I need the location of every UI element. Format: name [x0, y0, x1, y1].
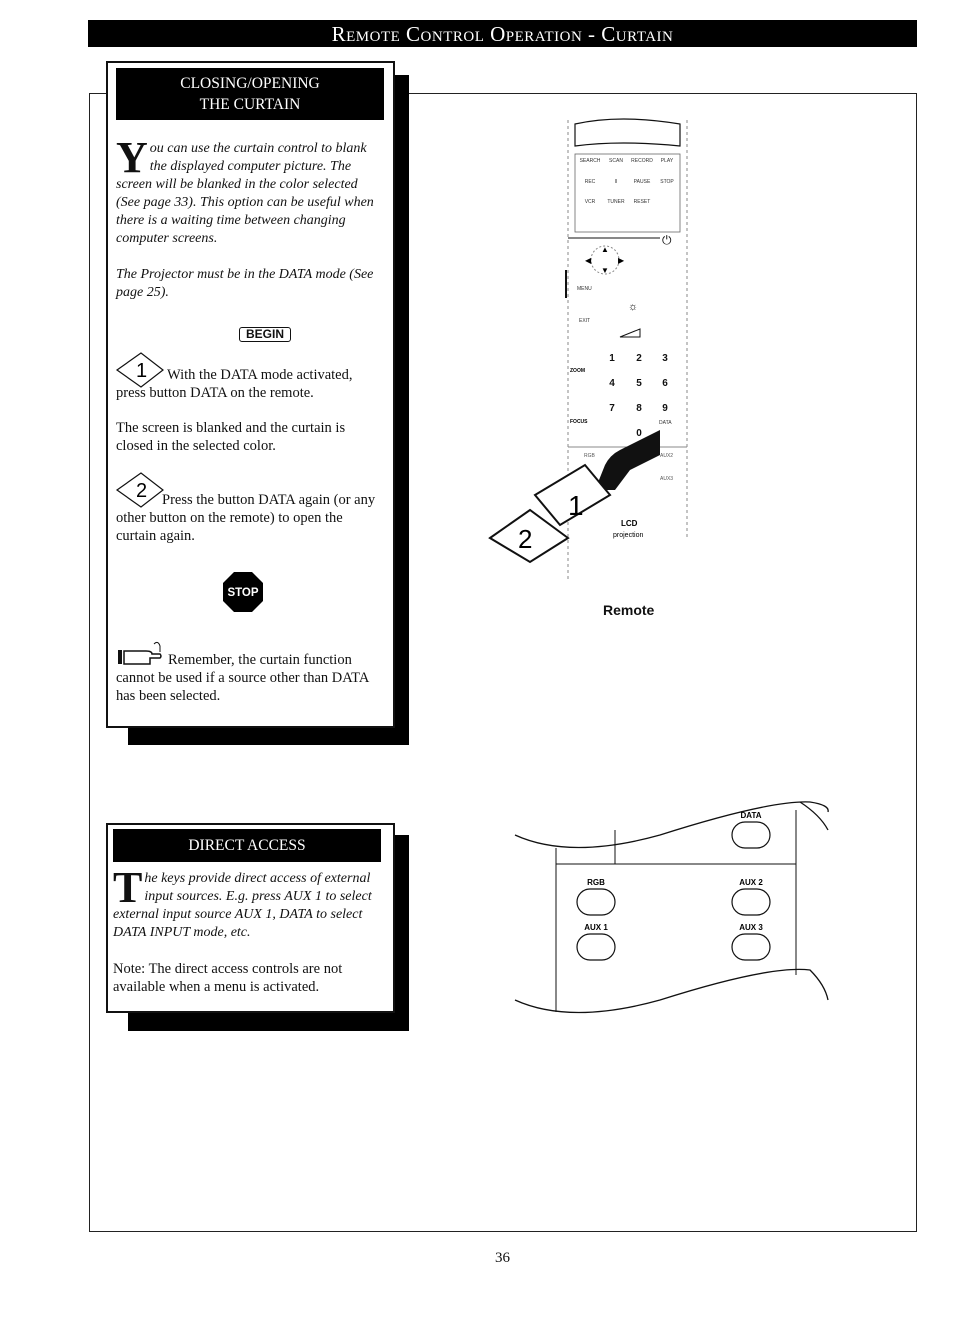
remote-caption: Remote — [603, 602, 655, 618]
panel-heading: CLOSING/OPENING THE CURTAIN — [116, 68, 384, 120]
page-number: 36 — [495, 1250, 510, 1266]
remote-label: RECORD — [631, 158, 653, 164]
remember-note: Remember, the curtain function cannot be… — [116, 652, 369, 704]
aux2-label: AUX 2 — [739, 878, 763, 887]
key-4: 4 — [609, 378, 615, 389]
remote-label: SCAN — [609, 158, 623, 164]
key-1: 1 — [609, 353, 615, 364]
remote-label: REC — [585, 179, 596, 185]
drop-cap: Y — [116, 133, 148, 182]
step-2-text: Press the button DATA again (or any othe… — [116, 492, 376, 544]
begin-badge: BEGIN — [239, 327, 292, 342]
aux2-button[interactable] — [731, 888, 771, 916]
heading-line: THE CURTAIN — [199, 96, 301, 113]
key-2: 2 — [636, 353, 642, 364]
aux2-label: AUX2 — [660, 453, 673, 459]
rgb-button[interactable] — [576, 888, 616, 916]
callout-number: 1 — [568, 490, 584, 521]
key-8: 8 — [636, 403, 642, 414]
aux1-label: AUX 1 — [584, 923, 608, 932]
step-1-result: The screen is blanked and the curtain is… — [116, 420, 346, 454]
remote-label: II — [615, 179, 618, 185]
intro-text: he keys provide direct access of externa… — [113, 871, 372, 940]
brand-projection: projection — [613, 532, 643, 539]
key-5: 5 — [636, 378, 642, 389]
direct-intro: The keys provide direct access of extern… — [113, 863, 378, 942]
panel-heading: DIRECT ACCESS — [113, 829, 381, 862]
step-1-text: With the DATA mode activated, press butt… — [116, 367, 353, 401]
zoom-label: ZOOM — [570, 368, 585, 374]
volume-icon — [619, 328, 641, 338]
exit-label: EXIT — [579, 318, 590, 324]
stop-sign-icon: STOP — [223, 572, 263, 612]
remote-display — [574, 118, 681, 147]
data-label: DATA — [659, 420, 672, 426]
data-button[interactable] — [731, 821, 771, 849]
drop-cap: T — [113, 863, 143, 912]
intro-text: ou can use the curtain control to blank … — [116, 141, 374, 246]
remote-label: VCR — [585, 199, 596, 205]
key-6: 6 — [662, 378, 668, 389]
callout-number: 2 — [518, 524, 532, 554]
remote-illustration: SEARCH SCAN RECORD PLAY REC II PAUSE STO… — [488, 118, 688, 580]
arrow-down-icon: ▼ — [601, 266, 609, 275]
page-title: Remote Control Operation - Curtain — [88, 20, 917, 47]
rgb-label: RGB — [584, 453, 596, 459]
remote-label: STOP — [660, 179, 674, 185]
aux1-button[interactable] — [576, 933, 616, 961]
direct-note: Note: The direct access controls are not… — [113, 961, 343, 995]
stop-label: STOP — [227, 587, 258, 599]
remote-label: SEARCH — [580, 158, 601, 164]
aux3-button[interactable] — [731, 933, 771, 961]
rgb-label: RGB — [587, 878, 605, 887]
data-label: DATA — [740, 811, 761, 820]
brightness-icon: ☼ — [628, 301, 638, 313]
remote-label: RESET — [634, 199, 651, 205]
arrow-right-icon: ▶ — [618, 256, 625, 265]
remote-label: TUNER — [607, 199, 625, 205]
menu-label: MENU — [577, 286, 592, 292]
heading-line: CLOSING/OPENING — [180, 75, 320, 92]
focus-label: FOCUS — [570, 419, 588, 425]
pointing-hand-icon — [595, 430, 660, 490]
arrow-up-icon: ▲ — [601, 245, 609, 254]
intro-paragraph: You can use the curtain control to blank… — [116, 133, 376, 248]
aux3-label: AUX3 — [660, 476, 673, 482]
key-9: 9 — [662, 403, 668, 414]
aux3-label: AUX 3 — [739, 923, 763, 932]
key-0: 0 — [636, 428, 642, 439]
remote-label: PAUSE — [634, 179, 651, 185]
mode-note: The Projector must be in the DATA mode (… — [116, 267, 374, 300]
remote-label: PLAY — [661, 158, 674, 164]
direct-access-detail: DATA RGB AUX 2 AUX 1 AUX 3 — [514, 801, 829, 1014]
key-7: 7 — [609, 403, 615, 414]
key-3: 3 — [662, 353, 668, 364]
power-icon: ⏻ — [662, 233, 672, 247]
arrow-left-icon: ◀ — [585, 256, 592, 265]
manual-page: Remote Control Operation - Curtain CLOSI… — [0, 0, 954, 1332]
brand-lcd: LCD — [621, 519, 638, 528]
